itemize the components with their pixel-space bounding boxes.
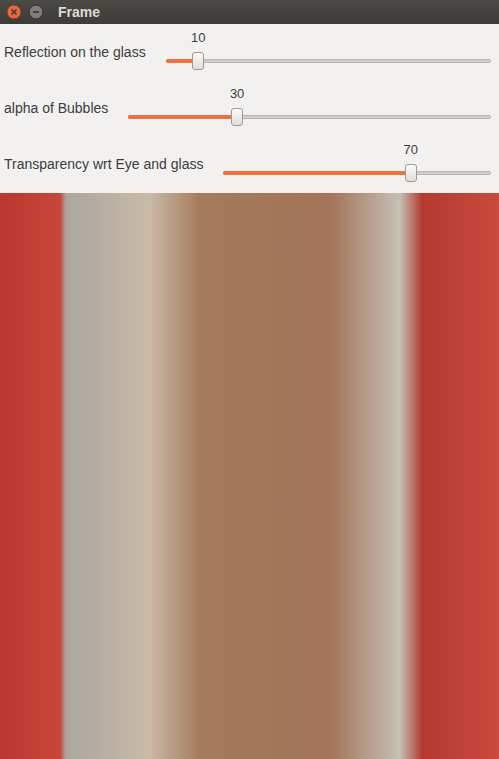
slider-track-area[interactable] [166, 46, 491, 76]
slider-row: alpha of Bubbles 30 [0, 80, 499, 136]
slider[interactable]: 70 [223, 136, 491, 188]
slider-value-line: 70 [223, 136, 491, 158]
slider-row: Transparency wrt Eye and glass 70 [0, 136, 499, 192]
controls-panel: Reflection on the glass 10 alpha of Bubble… [0, 24, 499, 193]
window: Frame Reflection on the glass 10 alpha of B… [0, 0, 499, 759]
slider-label: alpha of Bubbles [4, 100, 108, 117]
slider-value: 70 [404, 142, 418, 158]
photo [0, 193, 499, 759]
slider[interactable]: 30 [128, 80, 491, 132]
slider[interactable]: 10 [166, 24, 491, 76]
slider-thumb[interactable] [405, 164, 417, 182]
slider-label: Reflection on the glass [4, 44, 146, 61]
slider-value-line: 30 [128, 80, 491, 102]
slider-track-area[interactable] [223, 158, 491, 188]
slider-track[interactable] [166, 59, 491, 63]
slider-thumb[interactable] [231, 108, 243, 126]
slider-track-area[interactable] [128, 102, 491, 132]
slider-value: 30 [230, 86, 244, 102]
slider-thumb[interactable] [192, 52, 204, 70]
slider-label: Transparency wrt Eye and glass [4, 156, 203, 173]
slider-value-line: 10 [166, 24, 491, 46]
title-bar: Frame [0, 0, 499, 24]
slider-fill [223, 171, 410, 175]
minimize-icon[interactable] [28, 4, 44, 20]
slider-row: Reflection on the glass 10 [0, 24, 499, 80]
slider-fill [128, 115, 237, 119]
slider-value: 10 [191, 30, 205, 46]
close-icon[interactable] [6, 4, 22, 20]
window-title: Frame [58, 3, 100, 21]
